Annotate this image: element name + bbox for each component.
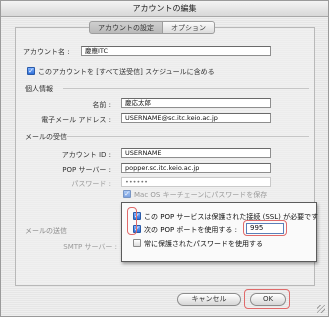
tab-bar: アカウントの設定 オプション <box>89 21 215 34</box>
resize-grip[interactable] <box>317 305 325 313</box>
tab-options[interactable]: オプション <box>163 21 215 34</box>
section-divider <box>67 136 309 137</box>
secure-password-label: 常に保護されたパスワードを使用する <box>144 240 263 248</box>
incoming-section-title: メールの受信 <box>25 133 67 141</box>
password-field[interactable]: •••••• <box>121 177 271 187</box>
section-divider <box>63 88 309 89</box>
password-label: パスワード : <box>71 180 111 188</box>
ssl-required-label: この POP サービスは保護された接続 (SSL) が必要です <box>144 213 319 221</box>
name-field[interactable]: 慶応太郎 <box>121 98 271 108</box>
include-schedule-label: このアカウントを [すべて送受信] スケジュールに含める <box>38 68 215 76</box>
email-field[interactable]: USERNAME@sc.itc.keio.ac.jp <box>121 113 271 123</box>
ssl-options-popup: ✓ この POP サービスは保護された接続 (SSL) が必要です ✓ 次の P… <box>121 202 319 262</box>
account-name-label: アカウント名 : <box>23 48 70 56</box>
email-label: 電子メール アドレス : <box>41 116 111 124</box>
account-edit-window: アカウントの編集 アカウントの設定 オプション アカウント名 : 慶應ITC ✓… <box>0 0 329 317</box>
personal-info-section-title: 個人情報 <box>25 85 53 93</box>
tab-account-settings[interactable]: アカウントの設定 <box>89 21 163 34</box>
smtp-server-label: SMTP サーバー : <box>63 243 117 251</box>
custom-port-checkbox[interactable]: ✓ <box>133 225 141 233</box>
account-id-label: アカウント ID : <box>61 151 111 159</box>
window-title: アカウントの編集 <box>1 1 328 17</box>
pop-server-label: POP サーバー : <box>62 166 111 174</box>
cancel-button[interactable]: キャンセル <box>177 293 241 306</box>
keychain-checkbox[interactable]: ✓ <box>123 190 131 198</box>
secure-password-checkbox[interactable] <box>133 239 141 247</box>
pop-server-field[interactable]: popper.sc.itc.keio.ac.jp <box>121 163 271 173</box>
keychain-label: Mac OS キーチェーンにパスワードを保存 <box>134 191 268 199</box>
ssl-required-checkbox[interactable]: ✓ <box>133 212 141 220</box>
custom-port-label: 次の POP ポートを使用する : <box>144 226 237 234</box>
include-schedule-checkbox[interactable]: ✓ <box>27 67 35 75</box>
pop-port-field[interactable]: 995 <box>246 223 284 234</box>
account-id-field[interactable]: USERNAME <box>121 148 271 158</box>
account-name-field[interactable]: 慶應ITC <box>81 46 271 56</box>
outgoing-section-title: メールの送信 <box>25 227 67 235</box>
ok-button[interactable]: OK <box>250 293 286 306</box>
name-label: 名前 : <box>92 101 111 109</box>
